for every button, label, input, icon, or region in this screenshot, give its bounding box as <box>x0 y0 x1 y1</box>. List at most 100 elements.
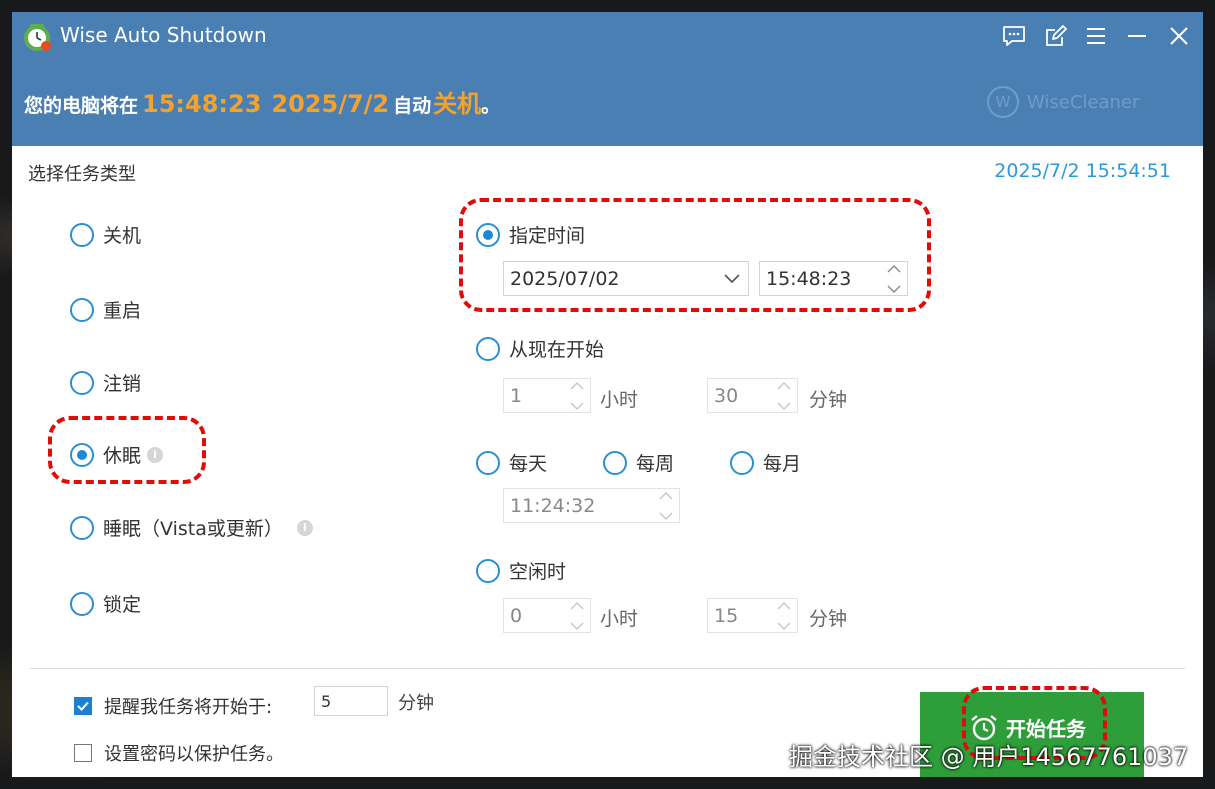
title-bar: Wise Auto Shutdown 您的电脑将在 15:48:23 2025/… <box>12 12 1203 146</box>
radio-label: 每周 <box>636 453 675 475</box>
remind-checkbox[interactable]: 提醒我任务将开始于: <box>74 693 272 719</box>
minutes-value: 30 <box>714 384 739 407</box>
hours-value: 1 <box>510 384 523 407</box>
radio-button[interactable] <box>730 450 754 475</box>
from-now-minutes-stepper[interactable]: 30 <box>707 378 798 413</box>
radio-label: 锁定 <box>103 594 142 616</box>
radio-button[interactable] <box>70 591 94 616</box>
hamburger-icon <box>1087 28 1105 44</box>
task-type-title: 选择任务类型 <box>28 164 136 185</box>
radio-button[interactable] <box>476 558 500 583</box>
status-middle: 自动 <box>393 95 432 117</box>
app-window: Wise Auto Shutdown 您的电脑将在 15:48:23 2025/… <box>12 12 1203 777</box>
watermark: 掘金技术社区 @ 用户14567761037 <box>789 743 1189 771</box>
chevron-up-icon[interactable] <box>777 601 791 610</box>
hours-unit: 小时 <box>600 389 639 411</box>
repeat-time-stepper[interactable]: 11:24:32 <box>503 488 680 523</box>
chevron-up-icon[interactable] <box>777 381 791 390</box>
radio-monthly[interactable]: 每月 <box>730 449 801 476</box>
spinner[interactable] <box>568 381 586 411</box>
annotation-specified-time <box>459 198 931 312</box>
checkmark-icon <box>77 701 89 711</box>
chevron-down-icon[interactable] <box>659 512 673 521</box>
chevron-down-icon[interactable] <box>570 622 584 631</box>
hours-unit: 小时 <box>600 608 639 630</box>
radio-button[interactable] <box>70 370 94 395</box>
close-icon <box>1170 27 1188 45</box>
radio-label: 注销 <box>103 373 142 395</box>
radio-label: 重启 <box>103 300 142 322</box>
minutes-unit: 分钟 <box>809 389 848 411</box>
radio-button[interactable] <box>603 450 627 475</box>
chevron-up-icon[interactable] <box>570 381 584 390</box>
edit-button[interactable] <box>1042 22 1070 50</box>
minutes-unit: 分钟 <box>809 608 848 630</box>
wisecleaner-logo[interactable]: W WiseCleaner <box>987 86 1139 118</box>
chevron-up-icon[interactable] <box>570 601 584 610</box>
hours-value: 0 <box>510 604 523 627</box>
status-suffix: 。 <box>481 95 501 117</box>
radio-label: 关机 <box>103 225 142 247</box>
spinner[interactable] <box>568 601 586 631</box>
radio-weekly[interactable]: 每周 <box>603 449 674 476</box>
current-datetime: 2025/7/2 15:54:51 <box>994 160 1171 182</box>
minimize-icon <box>1128 35 1146 37</box>
remind-label: 提醒我任务将开始于: <box>104 697 273 718</box>
from-now-hours-stepper[interactable]: 1 <box>503 378 591 413</box>
edit-icon <box>1046 25 1067 46</box>
password-checkbox[interactable]: 设置密码以保护任务。 <box>74 740 284 766</box>
radio-button[interactable] <box>70 515 94 540</box>
spinner[interactable] <box>775 601 793 631</box>
spinner[interactable] <box>775 381 793 411</box>
radio-logoff[interactable]: 注销 <box>70 369 141 396</box>
radio-button[interactable] <box>476 450 500 475</box>
status-action: 关机 <box>433 90 482 118</box>
chevron-down-icon[interactable] <box>777 622 791 631</box>
radio-shutdown[interactable]: 关机 <box>70 221 141 248</box>
radio-button[interactable] <box>70 222 94 247</box>
radio-label: 空闲时 <box>509 561 567 583</box>
chevron-down-icon[interactable] <box>777 402 791 411</box>
repeat-time-value: 11:24:32 <box>510 494 596 517</box>
status-prefix: 您的电脑将在 <box>24 95 139 117</box>
idle-minutes-stepper[interactable]: 15 <box>707 598 798 633</box>
checkbox-box[interactable] <box>74 697 92 715</box>
radio-lock[interactable]: 锁定 <box>70 590 141 617</box>
remind-value: 5 <box>321 691 332 711</box>
radio-button[interactable] <box>70 297 94 322</box>
menu-button[interactable] <box>1082 22 1110 50</box>
info-icon[interactable]: i <box>296 519 313 536</box>
chat-icon <box>1003 26 1025 46</box>
wisecleaner-name: WiseCleaner <box>1027 91 1140 113</box>
wisecleaner-badge-icon: W <box>987 86 1019 118</box>
checkbox-box[interactable] <box>74 744 92 762</box>
minutes-value: 15 <box>714 604 739 627</box>
radio-restart[interactable]: 重启 <box>70 296 141 323</box>
app-logo-icon <box>24 24 51 51</box>
radio-label: 从现在开始 <box>509 339 605 361</box>
status-date: 2025/7/2 <box>271 90 390 118</box>
idle-hours-stepper[interactable]: 0 <box>503 598 591 633</box>
annotation-hibernate <box>48 416 206 484</box>
radio-button[interactable] <box>476 336 500 361</box>
radio-daily[interactable]: 每天 <box>476 449 547 476</box>
radio-label: 每月 <box>763 453 802 475</box>
radio-from-now[interactable]: 从现在开始 <box>476 335 604 362</box>
feedback-button[interactable] <box>1000 22 1028 50</box>
chevron-up-icon[interactable] <box>659 491 673 500</box>
radio-idle[interactable]: 空闲时 <box>476 557 566 584</box>
remind-minutes-input[interactable]: 5 <box>314 686 388 716</box>
shutdown-status: 您的电脑将在 15:48:23 2025/7/2 自动 关机 。 <box>24 84 500 119</box>
radio-label: 睡眠（Vista或更新） <box>103 518 283 540</box>
close-button[interactable] <box>1165 22 1193 50</box>
chevron-down-icon[interactable] <box>570 402 584 411</box>
radio-sleep[interactable]: 睡眠（Vista或更新） i <box>70 514 313 541</box>
password-label: 设置密码以保护任务。 <box>104 744 284 765</box>
app-title: Wise Auto Shutdown <box>60 23 267 47</box>
remind-unit: 分钟 <box>398 693 434 714</box>
status-time: 15:48:23 <box>142 90 262 118</box>
minimize-button[interactable] <box>1123 22 1151 50</box>
divider <box>30 668 1185 669</box>
radio-label: 每天 <box>509 453 548 475</box>
spinner[interactable] <box>657 491 675 521</box>
